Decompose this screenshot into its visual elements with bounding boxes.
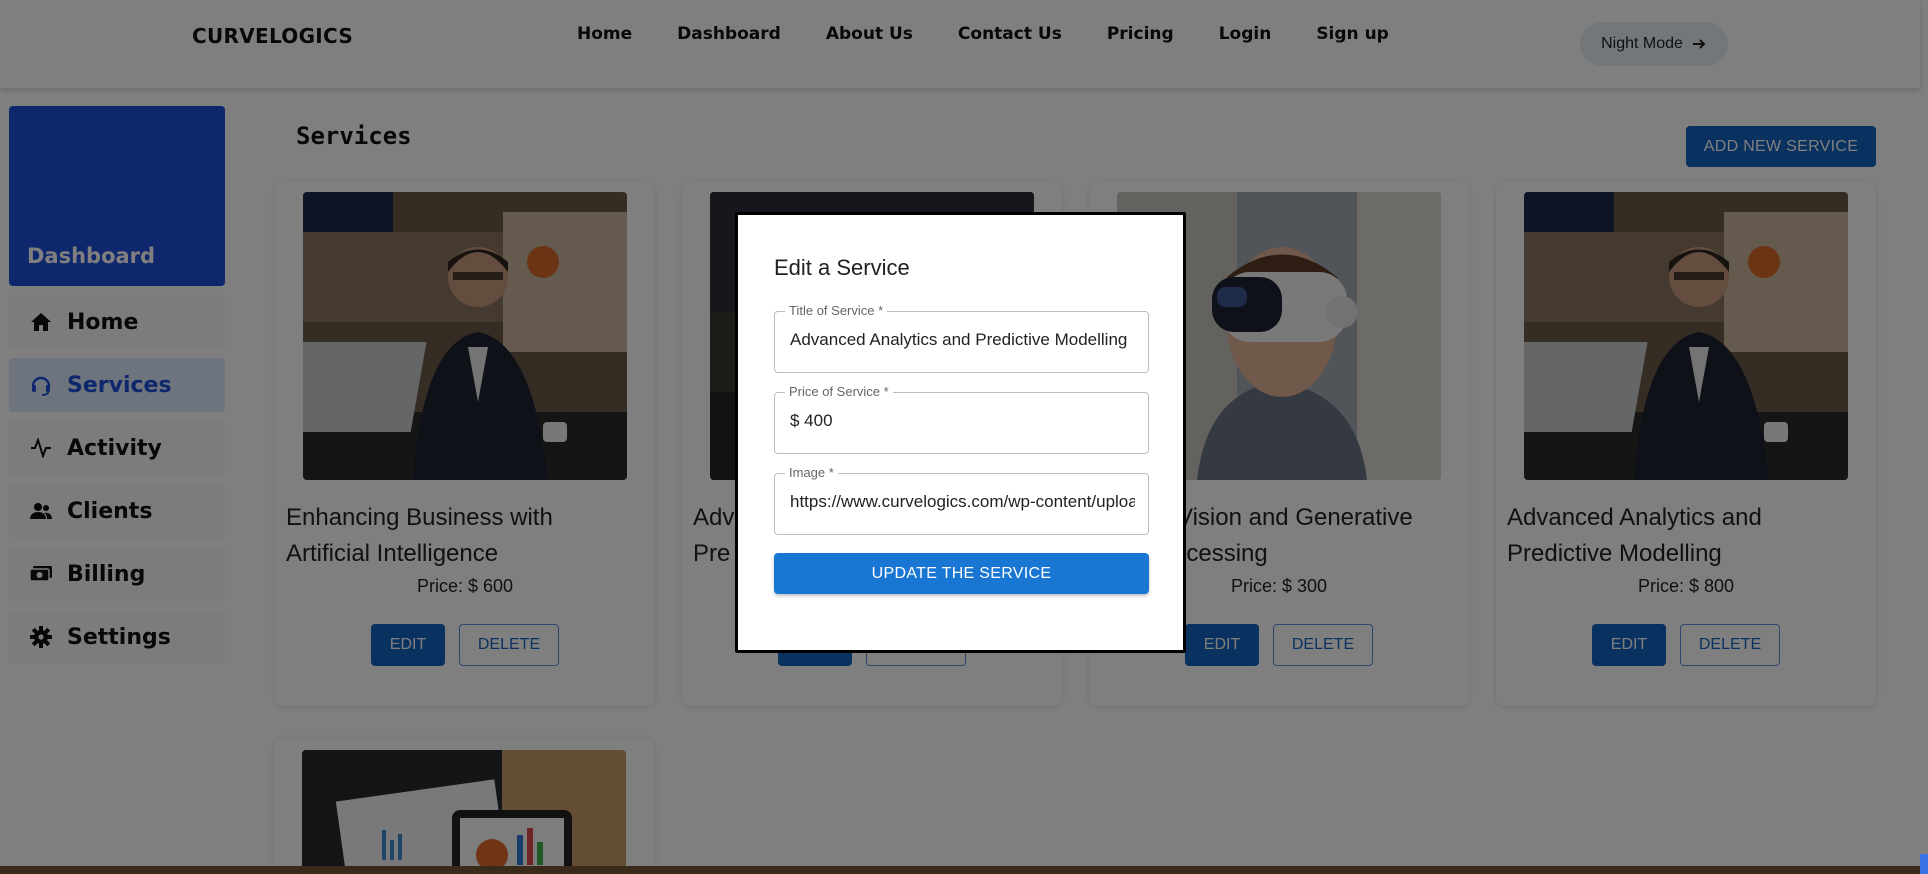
modal-title: Edit a Service <box>774 255 910 280</box>
price-field[interactable]: Price of Service * $ 400 <box>774 384 1149 454</box>
edit-service-modal: Edit a Service Title of Service * Advanc… <box>735 212 1186 653</box>
price-input[interactable]: $ 400 <box>790 411 1135 431</box>
title-input[interactable]: Advanced Analytics and Predictive Modell… <box>790 330 1135 350</box>
image-field-label: Image * <box>785 465 838 480</box>
bottom-strip <box>0 866 1928 874</box>
title-field-label: Title of Service * <box>785 303 888 318</box>
image-field[interactable]: Image * https://www.curvelogics.com/wp-c… <box>774 465 1149 535</box>
image-input[interactable]: https://www.curvelogics.com/wp-content/u… <box>790 492 1135 512</box>
title-field[interactable]: Title of Service * Advanced Analytics an… <box>774 303 1149 373</box>
update-service-button[interactable]: UPDATE THE SERVICE <box>774 553 1149 594</box>
scrollbar-thumb[interactable] <box>1920 854 1928 874</box>
price-field-label: Price of Service * <box>785 384 893 399</box>
